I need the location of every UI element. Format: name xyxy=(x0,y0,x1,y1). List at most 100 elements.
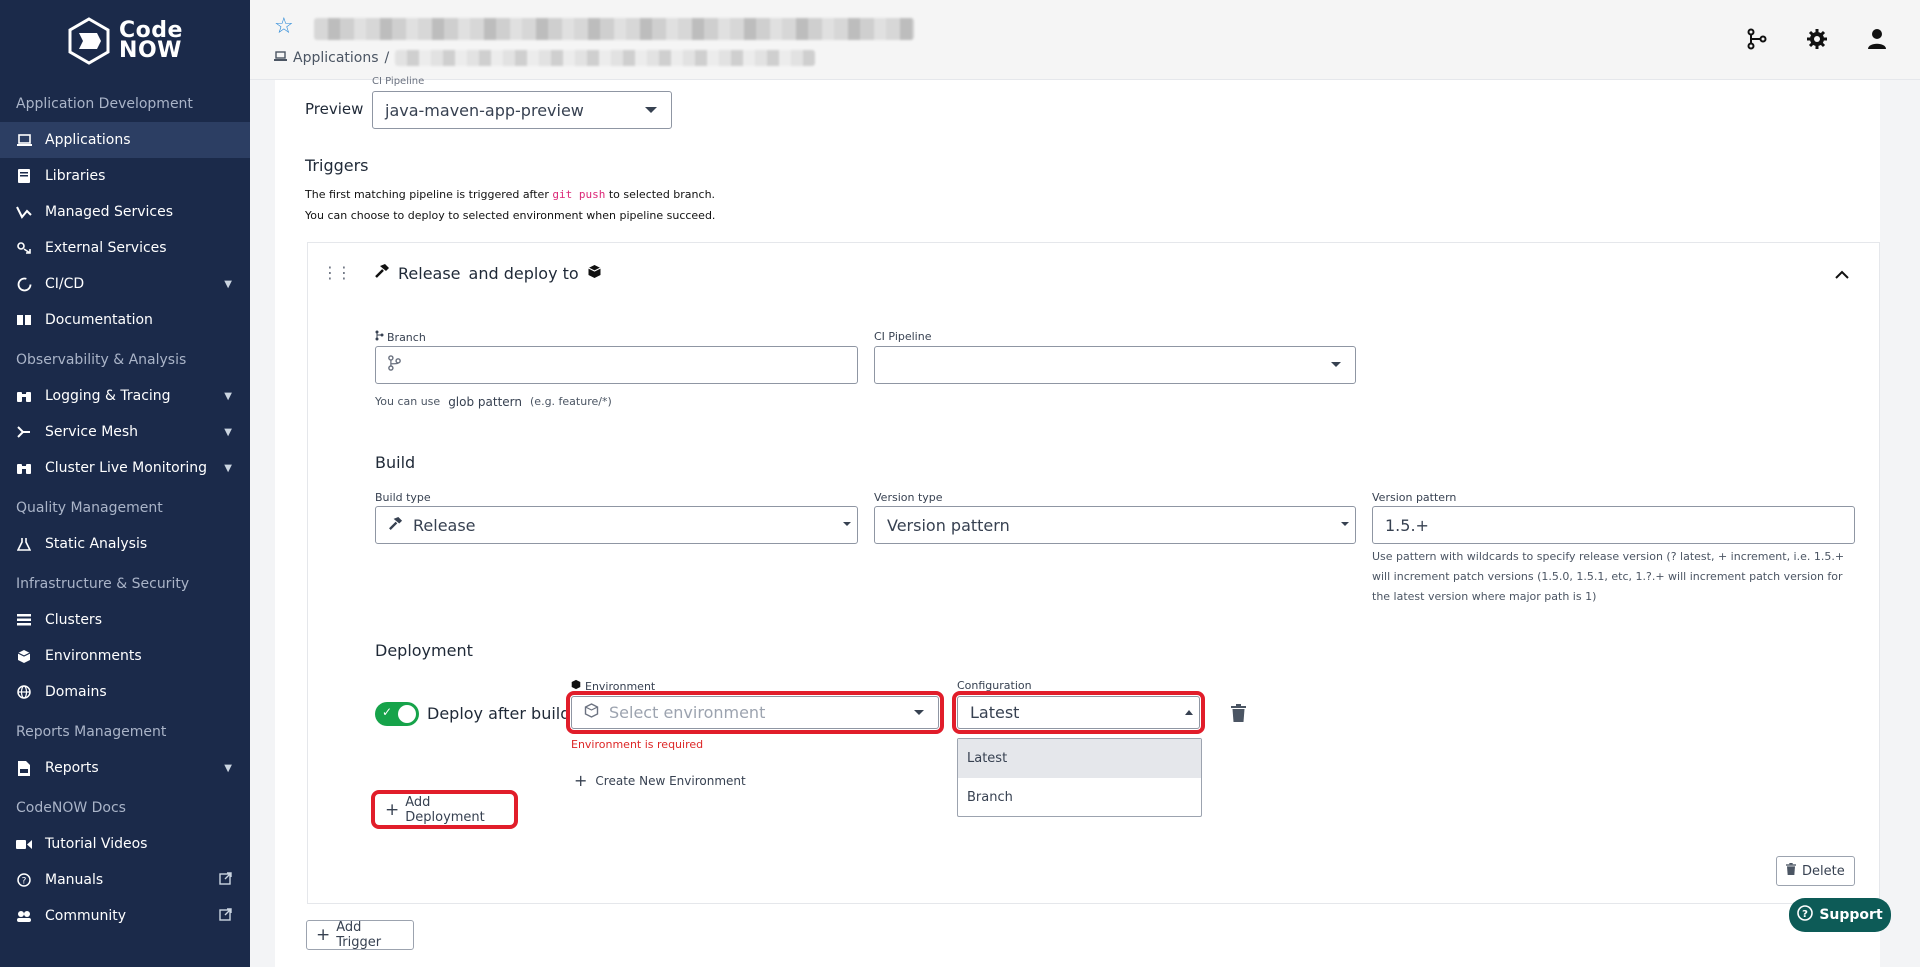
chevron-down-icon: ▼ xyxy=(224,390,232,402)
sidebar-item-reports[interactable]: Reports ▼ xyxy=(0,750,250,786)
binoculars-icon xyxy=(16,388,32,404)
support-label: Support xyxy=(1819,907,1883,923)
trash-icon[interactable] xyxy=(1231,704,1246,726)
sidebar-item-label: Manuals xyxy=(45,872,104,888)
book-icon xyxy=(16,168,32,184)
sidebar-item-label: Domains xyxy=(45,684,107,700)
build-type-select[interactable]: Release xyxy=(375,506,858,544)
nav-section-observability: Observability & Analysis xyxy=(16,352,187,368)
drag-handle-icon[interactable]: ⋮⋮ xyxy=(322,263,352,282)
list-icon xyxy=(16,612,32,628)
version-type-value: Version pattern xyxy=(887,515,1010,535)
build-title: Build xyxy=(375,453,416,472)
ci-pipeline-label: CI Pipeline xyxy=(874,330,932,343)
triggers-desc-text: The first matching pipeline is triggered… xyxy=(305,188,549,201)
sidebar-item-applications[interactable]: Applications xyxy=(0,122,250,158)
support-button[interactable]: ? Support xyxy=(1789,898,1891,932)
managed-services-icon xyxy=(16,204,32,220)
git-branch-icon xyxy=(375,330,384,344)
user-icon[interactable] xyxy=(1864,26,1890,52)
sidebar-item-manuals[interactable]: ? Manuals xyxy=(0,862,250,898)
sidebar-item-label: Documentation xyxy=(45,312,153,328)
version-pattern-label: Version pattern xyxy=(1372,491,1457,504)
glob-pattern-link[interactable]: glob pattern xyxy=(448,395,522,409)
gear-icon[interactable] xyxy=(1804,26,1830,52)
sidebar-item-label: Tutorial Videos xyxy=(45,836,148,852)
chevron-down-icon: ▼ xyxy=(224,278,232,290)
environment-select[interactable]: Select environment xyxy=(566,691,944,734)
cicd-icon xyxy=(16,276,32,292)
git-branch-icon[interactable] xyxy=(1744,26,1770,52)
branch-input[interactable] xyxy=(375,346,858,384)
sidebar-item-documentation[interactable]: Documentation xyxy=(0,302,250,338)
trigger-and-deploy: and deploy to xyxy=(468,263,579,283)
sidebar-item-label: Libraries xyxy=(45,168,106,184)
sidebar-item-cluster-live-monitoring[interactable]: Cluster Live Monitoring ▼ xyxy=(0,450,250,486)
nav-section-docs: CodeNOW Docs xyxy=(16,800,126,816)
hint-example: (e.g. feature/*) xyxy=(530,395,612,408)
breadcrumb-applications[interactable]: Applications xyxy=(293,50,379,66)
service-mesh-icon xyxy=(16,424,32,440)
deploy-after-build-label: Deploy after build xyxy=(427,704,571,723)
external-services-icon xyxy=(16,240,32,256)
version-pattern-input[interactable]: 1.5.+ xyxy=(1372,506,1855,544)
caret-down-icon xyxy=(645,107,657,113)
sidebar-item-clusters[interactable]: Clusters xyxy=(0,602,250,638)
sidebar-item-external-services[interactable]: External Services xyxy=(0,230,250,266)
preview-label: Preview xyxy=(305,100,364,118)
sidebar-item-tutorial-videos[interactable]: Tutorial Videos xyxy=(0,826,250,862)
sidebar-item-domains[interactable]: Domains xyxy=(0,674,250,710)
deploy-after-build-toggle[interactable]: ✓ xyxy=(375,702,419,726)
cube-icon xyxy=(584,703,599,722)
configuration-option-latest[interactable]: Latest xyxy=(958,739,1201,778)
question-icon: ? xyxy=(1797,905,1814,925)
sidebar-item-static-analysis[interactable]: Static Analysis xyxy=(0,526,250,562)
laptop-icon xyxy=(274,50,287,66)
sidebar-item-managed-services[interactable]: Managed Services xyxy=(0,194,250,230)
nav-section-quality: Quality Management xyxy=(16,500,163,516)
plus-icon: + xyxy=(316,925,331,945)
add-deployment-label: Add Deployment xyxy=(405,794,485,825)
version-type-select[interactable]: Version pattern xyxy=(874,506,1356,544)
configuration-select[interactable]: Latest xyxy=(952,691,1205,734)
version-pattern-help: Use pattern with wildcards to specify re… xyxy=(1372,550,1845,603)
sidebar-item-community[interactable]: Community xyxy=(0,898,250,934)
sidebar-item-environments[interactable]: Environments xyxy=(0,638,250,674)
sidebar-item-cicd[interactable]: CI/CD ▼ xyxy=(0,266,250,302)
sidebar-item-label: Environments xyxy=(45,648,142,664)
caret-down-icon xyxy=(1331,362,1341,367)
sidebar-item-label: Static Analysis xyxy=(45,536,148,552)
triggers-desc-1: The first matching pipeline is triggered… xyxy=(305,188,715,201)
csv-file-icon xyxy=(16,760,32,776)
sidebar-item-libraries[interactable]: Libraries xyxy=(0,158,250,194)
delete-trigger-button[interactable]: Delete xyxy=(1776,856,1855,886)
documentation-icon xyxy=(16,312,32,328)
logo-line2: NOW xyxy=(119,38,182,63)
caret-down-icon xyxy=(843,522,851,526)
chevron-down-icon: ▼ xyxy=(224,462,232,474)
sidebar-item-label: Reports xyxy=(45,760,99,776)
add-trigger-button[interactable]: + Add Trigger xyxy=(306,920,414,950)
create-env-label: Create New Environment xyxy=(595,773,746,788)
svg-text:?: ? xyxy=(1802,909,1808,920)
sidebar-item-label: Community xyxy=(45,908,127,924)
redacted-app-title xyxy=(314,18,914,40)
flask-icon xyxy=(16,536,32,552)
globe-icon xyxy=(16,684,32,700)
build-type-value: Release xyxy=(413,515,476,535)
sidebar-item-service-mesh[interactable]: Service Mesh ▼ xyxy=(0,414,250,450)
preview-pipeline-select[interactable]: java-maven-app-preview xyxy=(372,91,672,129)
sidebar-item-logging-tracing[interactable]: Logging & Tracing ▼ xyxy=(0,378,250,414)
chevron-up-icon[interactable] xyxy=(1835,265,1849,284)
binoculars-icon xyxy=(16,460,32,476)
star-icon[interactable]: ☆ xyxy=(274,14,294,39)
create-new-environment-button[interactable]: + Create New Environment xyxy=(574,771,746,790)
add-deployment-button[interactable]: + Add Deployment xyxy=(371,790,518,829)
ci-pipeline-select[interactable] xyxy=(874,346,1356,384)
deployment-title: Deployment xyxy=(375,641,473,660)
branch-hint: You can use glob pattern (e.g. feature/*… xyxy=(375,395,612,409)
logo[interactable]: Code NOW xyxy=(0,0,250,82)
configuration-option-branch[interactable]: Branch xyxy=(958,778,1201,817)
environment-error: Environment is required xyxy=(571,738,704,751)
git-branch-icon xyxy=(388,355,401,375)
